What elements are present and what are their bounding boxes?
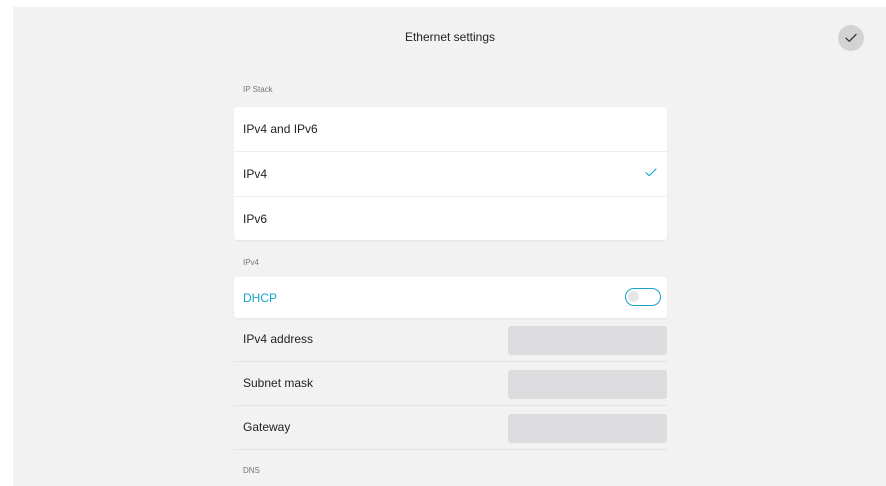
gateway-row: Gateway bbox=[234, 406, 667, 450]
ipv4-address-row: IPv4 address bbox=[234, 318, 667, 362]
section-label-dns: DNS bbox=[243, 466, 260, 475]
confirm-button[interactable] bbox=[838, 25, 864, 51]
dhcp-label: DHCP bbox=[243, 290, 278, 305]
option-label: IPv6 bbox=[243, 211, 268, 226]
subnet-mask-label: Subnet mask bbox=[243, 376, 314, 390]
ipv4-address-label: IPv4 address bbox=[243, 332, 314, 346]
gateway-label: Gateway bbox=[243, 420, 291, 434]
section-label-ipv4: IPv4 bbox=[243, 258, 260, 267]
ethernet-settings-screen: Ethernet settings IP Stack IPv4 and IPv6… bbox=[0, 0, 886, 486]
dhcp-row: DHCP bbox=[234, 277, 667, 318]
section-label-ip-stack: IP Stack bbox=[243, 85, 273, 94]
subnet-mask-input[interactable] bbox=[508, 370, 667, 399]
ip-stack-card: IPv4 and IPv6 IPv4 IPv6 bbox=[234, 107, 667, 240]
subnet-mask-row: Subnet mask bbox=[234, 362, 667, 406]
toggle-knob bbox=[628, 291, 639, 302]
page-title: Ethernet settings bbox=[404, 30, 496, 44]
gateway-input[interactable] bbox=[508, 414, 667, 443]
option-label: IPv4 and IPv6 bbox=[243, 122, 318, 136]
dhcp-toggle[interactable] bbox=[625, 288, 661, 306]
ipv4-address-input[interactable] bbox=[508, 326, 667, 355]
ip-stack-option-ipv4[interactable]: IPv4 bbox=[234, 151, 667, 195]
dhcp-card: DHCP bbox=[234, 277, 667, 318]
checkmark-icon bbox=[845, 33, 857, 42]
ip-stack-option-ipv4-and-ipv6[interactable]: IPv4 and IPv6 bbox=[234, 107, 667, 151]
option-label: IPv4 bbox=[243, 166, 268, 181]
ip-stack-option-ipv6[interactable]: IPv6 bbox=[234, 196, 667, 240]
checkmark-icon bbox=[645, 168, 657, 177]
